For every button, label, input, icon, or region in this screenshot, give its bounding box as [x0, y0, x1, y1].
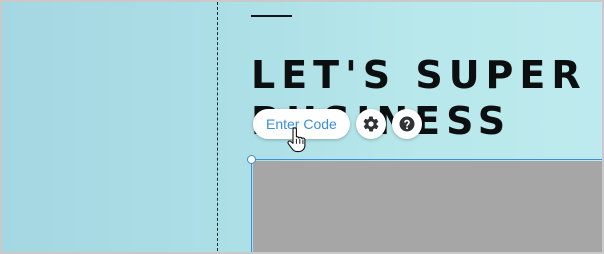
- resize-handle[interactable]: [247, 155, 256, 164]
- question-mark-icon: [399, 116, 415, 132]
- selection-border-left: [251, 159, 252, 252]
- hand-pointer-icon: [287, 127, 306, 153]
- embed-placeholder-box[interactable]: [253, 161, 602, 252]
- settings-button[interactable]: [355, 109, 386, 139]
- headline-line-1: LET'S SUPER: [251, 53, 587, 97]
- gear-icon: [363, 116, 379, 132]
- layout-guide-line: [217, 2, 218, 252]
- help-button[interactable]: [391, 109, 422, 139]
- editor-canvas: LET'S SUPER BUSINESS Enter Code: [0, 0, 604, 254]
- element-toolbar: Enter Code: [253, 109, 422, 139]
- accent-divider: [251, 15, 292, 17]
- selection-border-top: [251, 159, 602, 160]
